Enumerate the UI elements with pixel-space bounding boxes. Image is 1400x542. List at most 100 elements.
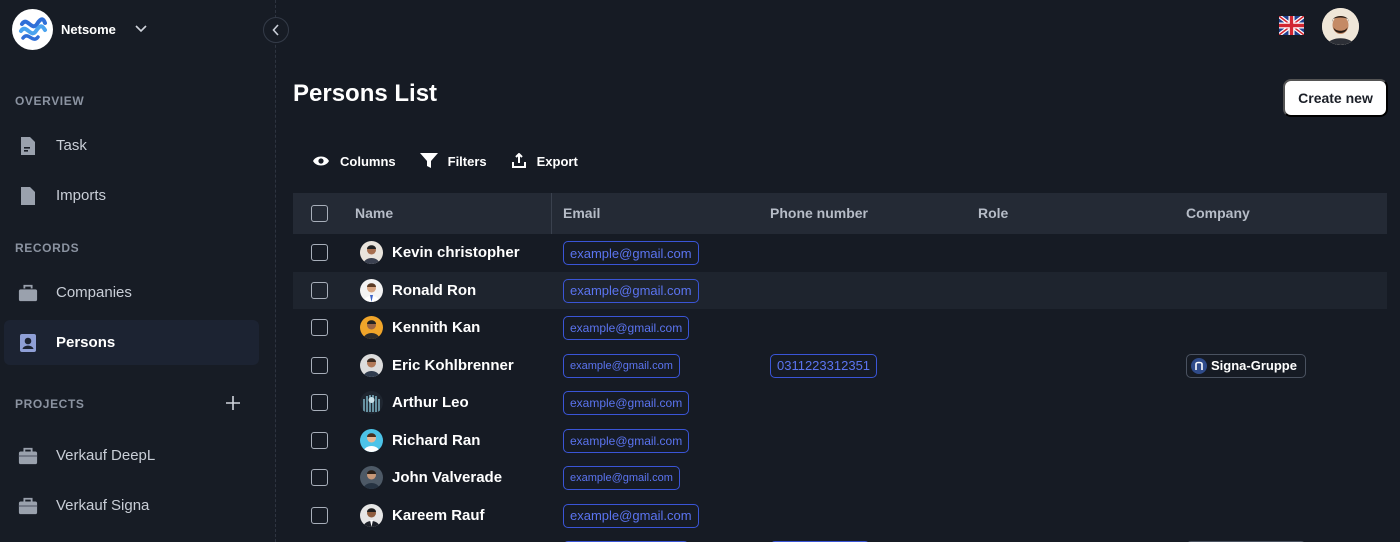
collapse-sidebar-button[interactable]	[263, 17, 289, 43]
row-checkbox[interactable]	[311, 356, 328, 374]
table-row[interactable]	[293, 534, 1387, 542]
sidebar-item-persons[interactable]: Persons	[4, 320, 259, 365]
email-user: example	[570, 283, 620, 298]
table-header: Name Email Phone number Role Company	[293, 193, 1387, 234]
email-tag[interactable]: example @gmail.com	[563, 353, 680, 378]
person-avatar	[360, 353, 383, 377]
email-tag[interactable]: example @gmail.com	[563, 241, 699, 265]
column-divider[interactable]	[551, 193, 552, 234]
table-row[interactable]: Kareem Rauf example @gmail.com	[293, 497, 1387, 535]
email-user: example	[570, 245, 620, 261]
export-icon	[511, 153, 526, 168]
row-checkbox[interactable]	[311, 244, 328, 261]
person-name[interactable]: Ronald Ron	[392, 272, 476, 309]
sidebar-item-label: Task	[56, 137, 87, 154]
table-row[interactable]: Kevin christopher example @gmail.com	[293, 234, 1387, 272]
sidebar-item-label: Verkauf DeepL	[56, 447, 156, 464]
sidebar-item-verkauf-deepl[interactable]: Verkauf DeepL	[4, 433, 259, 478]
person-avatar	[360, 466, 383, 489]
section-records: RECORDS	[15, 241, 80, 255]
table-row[interactable]: Ronald Ron example @gmail.com	[293, 271, 1387, 309]
file-icon	[18, 186, 38, 206]
person-avatar	[360, 241, 383, 264]
column-header-company[interactable]: Company	[1186, 193, 1250, 234]
sidebar-item-label: Companies	[56, 284, 132, 301]
email-user: example	[570, 359, 612, 372]
row-checkbox[interactable]	[311, 431, 328, 449]
email-user: example	[570, 433, 616, 448]
person-icon	[18, 333, 38, 353]
person-name[interactable]: Kevin christopher	[392, 234, 520, 271]
email-tag[interactable]: example @gmail.com	[563, 428, 690, 453]
column-header-role[interactable]: Role	[978, 193, 1008, 234]
email-tag[interactable]: example @gmail.com	[563, 278, 699, 303]
column-header-email[interactable]: Email	[563, 193, 600, 234]
project-icon	[18, 496, 38, 516]
row-checkbox[interactable]	[311, 506, 328, 524]
person-name[interactable]: John Valverade	[392, 459, 502, 496]
table-toolbar: Columns Filters Export	[312, 150, 602, 172]
sidebar-item-companies[interactable]: Companies	[4, 270, 259, 315]
select-all-checkbox[interactable]	[311, 205, 328, 222]
table-row[interactable]: Richard Ran example @gmail.com	[293, 422, 1387, 460]
uk-flag-icon[interactable]	[1277, 14, 1306, 37]
table-row[interactable]: Eric Kohlbrenner example @gmail.com 03112…	[293, 347, 1387, 385]
netsome-logo	[12, 8, 53, 50]
workspace-name: Netsome	[61, 21, 116, 37]
email-domain: @gmail.com	[611, 359, 673, 372]
person-name[interactable]: Kennith Kan	[392, 309, 480, 346]
email-tag[interactable]: example @gmail.com	[563, 503, 699, 528]
add-project-icon[interactable]	[224, 394, 242, 412]
email-domain: @gmail.com	[619, 508, 692, 523]
filters-button[interactable]: Filters	[419, 153, 487, 169]
email-domain: @gmail.com	[619, 283, 692, 298]
email-tag[interactable]: example @gmail.com	[563, 316, 690, 340]
row-checkbox[interactable]	[311, 469, 328, 486]
columns-button[interactable]: Columns	[312, 154, 396, 169]
columns-label: Columns	[340, 153, 396, 169]
filter-icon	[419, 153, 438, 168]
table-row[interactable]: Kennith Kan example @gmail.com	[293, 309, 1387, 347]
workspace-switcher[interactable]: Netsome	[12, 8, 148, 50]
table-row[interactable]: John Valverade example @gmail.com	[293, 459, 1387, 497]
chevron-left-icon	[272, 24, 279, 36]
email-user: example	[570, 508, 620, 523]
sidebar-item-task[interactable]: Task	[4, 123, 259, 168]
section-overview: OVERVIEW	[15, 94, 85, 108]
create-new-button[interactable]: Create new	[1283, 79, 1388, 117]
email-domain: @gmail.com	[611, 472, 673, 484]
briefcase-icon	[18, 283, 38, 303]
phone-tag[interactable]: 0311223312351	[770, 353, 878, 378]
email-tag[interactable]: example @gmail.com	[563, 466, 680, 490]
row-checkbox[interactable]	[311, 281, 328, 299]
signa-logo-icon	[1191, 357, 1207, 374]
task-icon	[18, 136, 38, 156]
person-name[interactable]: Eric Kohlbrenner	[392, 347, 514, 384]
sidebar-item-label: Verkauf Signa	[56, 497, 150, 514]
column-header-name[interactable]: Name	[355, 193, 393, 234]
section-projects: PROJECTS	[15, 397, 85, 411]
email-user: example	[570, 321, 616, 335]
row-checkbox[interactable]	[311, 394, 328, 411]
export-button[interactable]: Export	[511, 153, 578, 169]
sidebar-item-verkauf-signa[interactable]: Verkauf Signa	[4, 483, 259, 528]
person-name[interactable]: Richard Ran	[392, 422, 480, 459]
person-name[interactable]: Arthur Leo	[392, 384, 469, 421]
table-row[interactable]: Arthur Leo example @gmail.com	[293, 384, 1387, 422]
row-checkbox[interactable]	[311, 319, 328, 336]
export-label: Export	[536, 153, 578, 169]
eye-icon	[313, 156, 329, 166]
column-header-phone[interactable]: Phone number	[770, 193, 868, 234]
person-avatar	[360, 428, 383, 452]
project-icon	[18, 446, 38, 466]
sidebar-item-imports[interactable]: Imports	[4, 173, 259, 218]
email-domain: @gmail.com	[615, 396, 683, 410]
company-tag[interactable]: Signa-Gruppe	[1186, 353, 1306, 378]
chevron-down-icon	[134, 22, 148, 36]
user-avatar[interactable]	[1322, 8, 1359, 45]
email-tag[interactable]: example @gmail.com	[563, 391, 690, 415]
email-domain: @gmail.com	[615, 433, 683, 448]
filters-label: Filters	[447, 153, 487, 169]
company-name: Signa-Gruppe	[1211, 358, 1297, 373]
person-name[interactable]: Kareem Rauf	[392, 497, 485, 534]
